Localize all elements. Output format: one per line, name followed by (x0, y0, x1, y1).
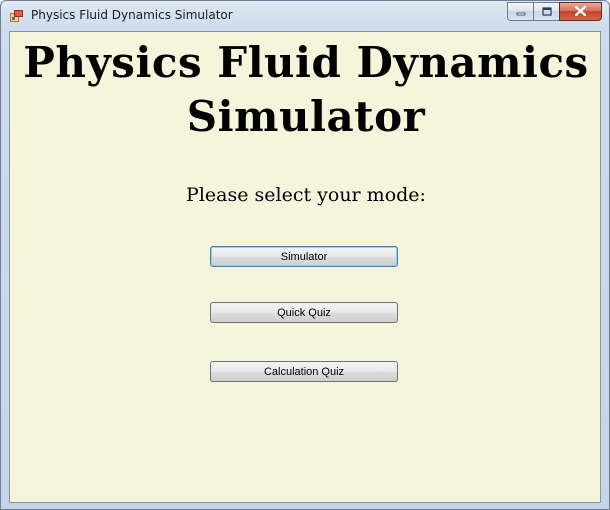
app-window-icon (10, 9, 23, 22)
quick-quiz-button[interactable]: Quick Quiz (210, 302, 398, 323)
window-title: Physics Fluid Dynamics Simulator (31, 8, 233, 22)
title-bar[interactable]: Physics Fluid Dynamics Simulator (1, 1, 609, 31)
close-icon (574, 3, 587, 21)
maximize-icon (541, 3, 552, 21)
page-title-line-2: Simulator (186, 92, 426, 141)
close-button[interactable] (559, 2, 602, 21)
page-title: Physics Fluid Dynamics Simulator (10, 36, 602, 144)
main-panel: Physics Fluid Dynamics Simulator Please … (9, 31, 601, 503)
calculation-quiz-button[interactable]: Calculation Quiz (210, 361, 398, 382)
minimize-icon (516, 3, 526, 21)
app-window: Physics Fluid Dynamics Simulator Physics… (0, 0, 610, 510)
window-controls (507, 2, 602, 21)
simulator-button[interactable]: Simulator (210, 246, 398, 267)
mode-prompt: Please select your mode: (186, 184, 426, 206)
minimize-button[interactable] (507, 2, 533, 21)
maximize-button[interactable] (533, 2, 559, 21)
page-title-line-1: Physics Fluid Dynamics (23, 38, 589, 87)
